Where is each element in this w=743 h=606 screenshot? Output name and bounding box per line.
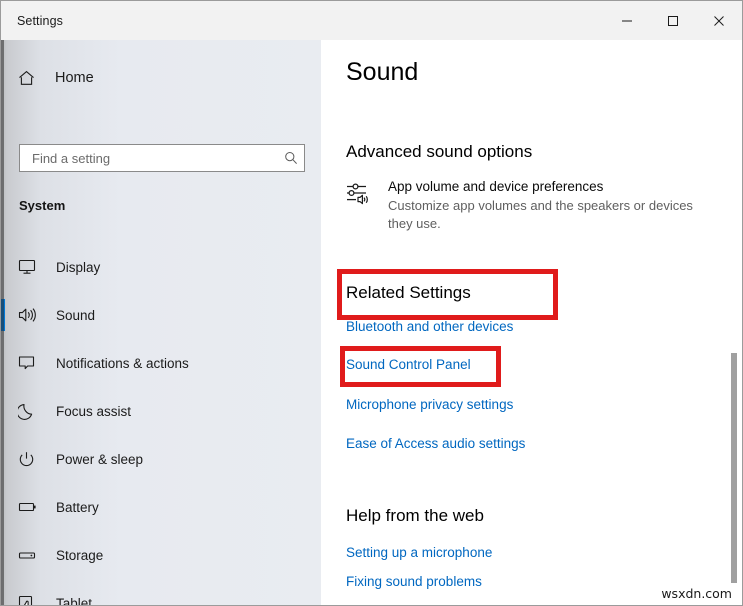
sidebar-item-label: Display: [56, 260, 100, 275]
related-settings-heading: Related Settings: [346, 283, 471, 303]
window-controls: [604, 1, 742, 40]
sidebar-item-notifications[interactable]: Notifications & actions: [1, 339, 321, 387]
storage-icon: [18, 550, 42, 561]
main-scrollbar[interactable]: [726, 40, 742, 606]
maximize-button[interactable]: [650, 1, 696, 40]
page-title: Sound: [346, 58, 418, 87]
moon-icon: [18, 403, 42, 420]
power-icon: [18, 451, 42, 468]
sidebar-item-home[interactable]: Home: [1, 61, 321, 95]
sidebar-item-storage[interactable]: Storage: [1, 531, 321, 579]
minimize-button[interactable]: [604, 1, 650, 40]
window-title: Settings: [17, 14, 63, 28]
tablet-icon: [18, 595, 42, 606]
link-setting-up-a-microphone[interactable]: Setting up a microphone: [346, 545, 492, 560]
sidebar-item-sound[interactable]: Sound: [1, 291, 321, 339]
monitor-icon: [18, 259, 42, 275]
app-volume-subtitle: Customize app volumes and the speakers o…: [388, 197, 716, 233]
advanced-sound-options-heading: Advanced sound options: [346, 142, 532, 162]
battery-icon: [18, 501, 42, 513]
sidebar-item-label: Tablet: [56, 596, 92, 606]
home-label: Home: [55, 70, 94, 86]
volume-mixer-icon: [346, 178, 380, 233]
sidebar-item-tablet[interactable]: Tablet: [1, 579, 321, 606]
search-input[interactable]: Find a setting: [19, 144, 305, 172]
notification-icon: [18, 355, 42, 371]
sidebar-group-title: System: [19, 198, 65, 213]
sidebar-item-label: Focus assist: [56, 404, 131, 419]
settings-window: Settings Home Find a settin: [0, 0, 743, 606]
sidebar-item-label: Storage: [56, 548, 103, 563]
home-icon: [18, 70, 40, 86]
speaker-icon: [18, 307, 42, 323]
watermark: wsxdn.com: [659, 586, 734, 601]
sidebar-item-label: Battery: [56, 500, 99, 515]
sidebar-item-label: Power & sleep: [56, 452, 143, 467]
sidebar-nav: Display Sound: [1, 243, 321, 606]
search-icon[interactable]: [278, 151, 304, 165]
sidebar: Home Find a setting System: [1, 40, 321, 606]
title-bar: Settings: [1, 1, 742, 40]
scrollbar-thumb[interactable]: [731, 353, 737, 583]
sidebar-item-label: Sound: [56, 308, 95, 323]
link-ease-of-access-audio-settings[interactable]: Ease of Access audio settings: [346, 436, 525, 451]
link-fixing-sound-problems[interactable]: Fixing sound problems: [346, 574, 482, 589]
link-bluetooth-and-other-devices[interactable]: Bluetooth and other devices: [346, 319, 513, 334]
app-volume-preferences-item[interactable]: App volume and device preferences Custom…: [346, 178, 716, 233]
close-button[interactable]: [696, 1, 742, 40]
link-microphone-privacy-settings[interactable]: Microphone privacy settings: [346, 397, 513, 412]
sidebar-item-focus-assist[interactable]: Focus assist: [1, 387, 321, 435]
main-content: Sound Advanced sound options App volume …: [321, 40, 742, 606]
help-from-the-web-heading: Help from the web: [346, 506, 484, 526]
sidebar-item-display[interactable]: Display: [1, 243, 321, 291]
sidebar-item-label: Notifications & actions: [56, 356, 189, 371]
sidebar-item-battery[interactable]: Battery: [1, 483, 321, 531]
app-volume-text: App volume and device preferences Custom…: [388, 178, 716, 233]
sidebar-item-power-sleep[interactable]: Power & sleep: [1, 435, 321, 483]
app-volume-title: App volume and device preferences: [388, 178, 716, 196]
link-sound-control-panel[interactable]: Sound Control Panel: [346, 357, 471, 372]
search-placeholder: Find a setting: [32, 151, 278, 166]
